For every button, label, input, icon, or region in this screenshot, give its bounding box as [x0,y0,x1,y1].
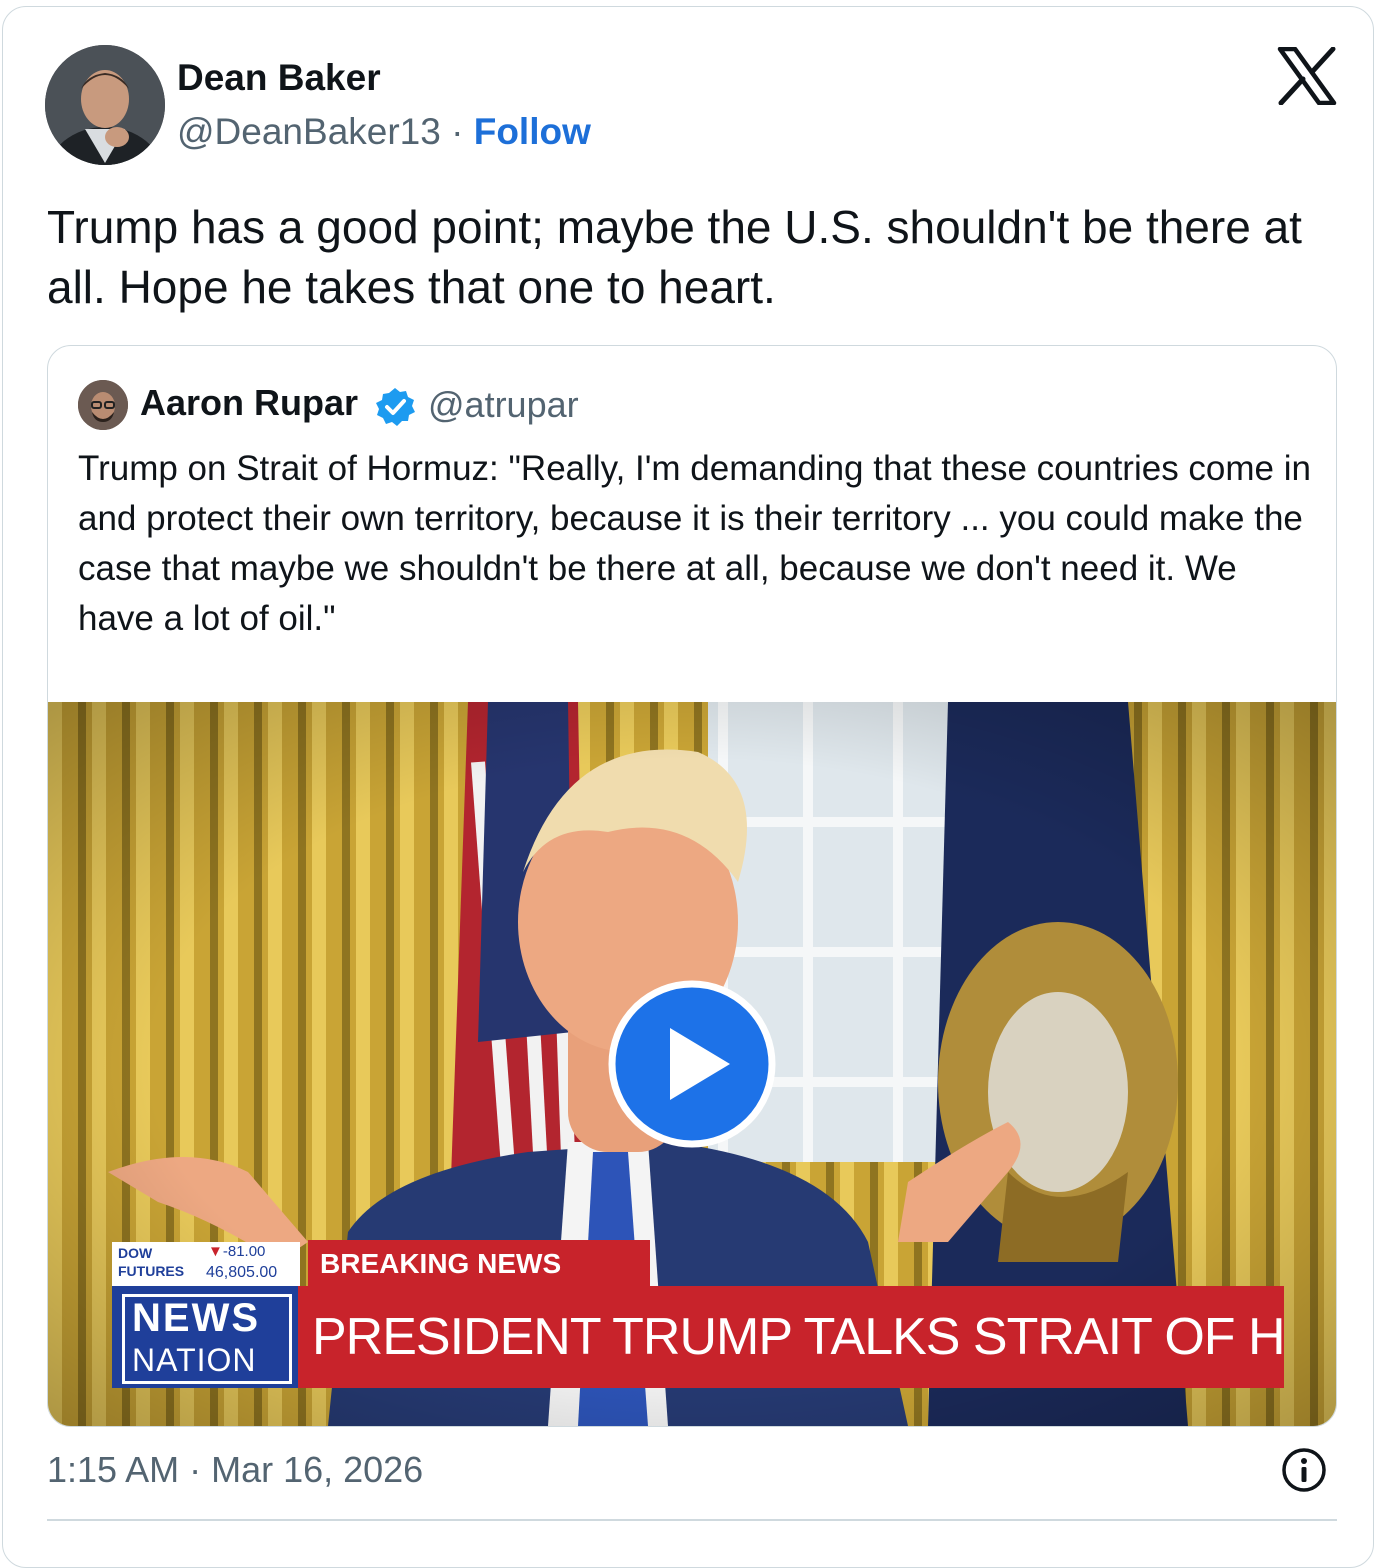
quoted-tweet[interactable]: Aaron Rupar @atrupar Trump on Strait of … [47,345,1337,1427]
logo-news: NEWS [132,1296,260,1340]
dow-change-value: -81.00 [222,1243,266,1260]
x-logo-icon[interactable] [1277,46,1337,106]
breaking-news-label: BREAKING NEWS [308,1240,650,1288]
follow-button[interactable]: Follow [474,111,591,152]
dow-value: 46,805.00 [206,1264,278,1281]
news-nation-logo: NEWS NATION [112,1286,298,1388]
logo-nation: NATION [132,1342,257,1378]
dow-change: ▼-81.00 [208,1243,265,1260]
info-icon[interactable] [1281,1447,1327,1493]
dow-box: DOW FUTURES ▼-81.00 46,805.00 [112,1242,300,1286]
quoted-tweet-text: Trump on Strait of Hormuz: "Really, I'm … [78,449,1311,638]
quoted-author-handle[interactable]: @atrupar [428,384,579,426]
tweet-card: Dean Baker @DeanBaker13 · Follow Trump h… [2,6,1374,1568]
tweet-text: Trump has a good point; maybe the U.S. s… [47,201,1302,313]
author-avatar[interactable] [45,45,165,165]
quoted-author-avatar[interactable] [78,380,128,430]
headline-bar: PRESIDENT TRUMP TALKS STRAIT OF HORMUZ [298,1286,1284,1388]
futures-label: FUTURES [118,1263,185,1279]
footer-divider [47,1519,1337,1521]
dow-label: DOW [118,1245,153,1261]
verified-badge-icon [374,386,416,428]
video-thumbnail[interactable]: DOW FUTURES ▼-81.00 46,805.00 BREAKING N… [48,702,1336,1426]
down-arrow-icon: ▼ [208,1243,223,1260]
author-handle[interactable]: @DeanBaker13 [177,111,441,152]
author-handle-row: @DeanBaker13 · Follow [177,111,591,153]
separator-dot: · [451,111,464,152]
play-icon[interactable] [608,980,776,1148]
author-name[interactable]: Dean Baker [177,57,381,99]
quoted-author-name[interactable]: Aaron Rupar [140,382,358,424]
tweet-timestamp[interactable]: 1:15 AM · Mar 16, 2026 [47,1449,423,1491]
